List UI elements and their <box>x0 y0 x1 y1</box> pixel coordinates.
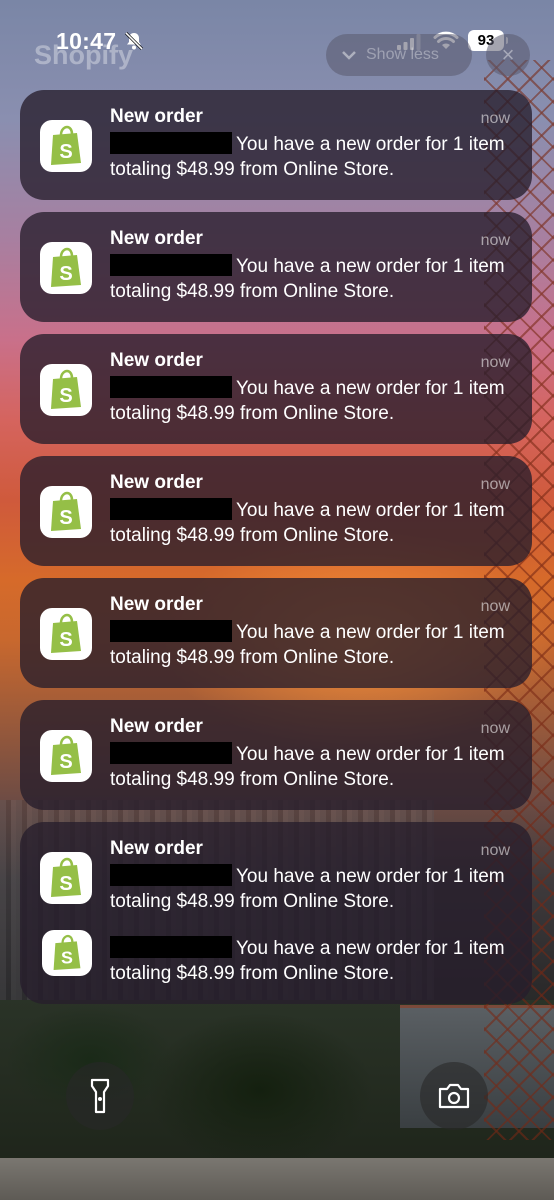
notification-title: New order <box>110 228 203 249</box>
notification-body: You have a new order for 1 item totaling… <box>110 376 512 426</box>
notification-time: now <box>480 720 510 737</box>
shopify-app-icon: S <box>40 486 92 538</box>
notification-time: now <box>480 842 510 859</box>
notification-card[interactable]: S New order now You have a new order for… <box>20 90 532 200</box>
flashlight-button[interactable] <box>66 1062 134 1130</box>
flashlight-icon <box>90 1078 110 1114</box>
redacted-text <box>110 376 232 398</box>
shopify-app-icon: S <box>40 852 92 904</box>
notification-title: New order <box>110 472 203 493</box>
close-icon: × <box>501 42 515 67</box>
notification-body: You have a new order for 1 item totaling… <box>110 620 512 670</box>
redacted-text <box>110 742 232 764</box>
svg-text:S: S <box>59 263 72 285</box>
shopify-app-icon: S <box>40 120 92 172</box>
notification-body: You have a new order for 1 item totaling… <box>110 498 512 548</box>
notification-card[interactable]: S New order now You have a new order for… <box>20 700 532 810</box>
wallpaper-railing <box>0 1158 554 1200</box>
shopify-app-icon: S <box>40 364 92 416</box>
notification-card[interactable]: S New order now You have a new order for… <box>20 456 532 566</box>
notification-title: New order <box>110 838 203 859</box>
notification-body: You have a new order for 1 item totaling… <box>110 132 512 182</box>
shopify-app-icon: S <box>42 930 92 976</box>
svg-text:S: S <box>59 873 72 895</box>
show-less-button[interactable]: Show less <box>326 34 472 76</box>
notification-card[interactable]: S New order now You have a new order for… <box>20 334 532 444</box>
shopify-app-icon: S <box>40 730 92 782</box>
notification-group-app-name: Shopify <box>34 40 133 70</box>
notification-time: now <box>480 110 510 127</box>
clear-notifications-button[interactable]: × <box>486 34 530 76</box>
svg-text:S: S <box>59 385 72 407</box>
redacted-text <box>110 254 232 276</box>
svg-text:S: S <box>59 629 72 651</box>
svg-text:S: S <box>59 751 72 773</box>
svg-text:S: S <box>61 948 73 968</box>
notification-time: now <box>480 598 510 615</box>
notification-body: You have a new order for 1 item totaling… <box>110 742 512 792</box>
notification-stack[interactable]: S New order now You have a new order for… <box>20 822 532 1004</box>
notification-title: New order <box>110 594 203 615</box>
camera-button[interactable] <box>420 1062 488 1130</box>
redacted-text <box>110 132 232 154</box>
notification-title: New order <box>110 350 203 371</box>
redacted-text <box>110 936 232 958</box>
shopify-app-icon: S <box>40 242 92 294</box>
notification-body: You have a new order for 1 item totaling… <box>110 254 512 304</box>
redacted-text <box>110 498 232 520</box>
redacted-text <box>110 864 232 886</box>
notification-title: New order <box>110 716 203 737</box>
camera-icon <box>438 1083 470 1109</box>
notification-card[interactable]: S New order now You have a new order for… <box>20 212 532 322</box>
shopify-app-icon: S <box>40 608 92 660</box>
svg-text:S: S <box>59 141 72 163</box>
chevron-down-icon <box>342 51 356 60</box>
svg-text:S: S <box>59 507 72 529</box>
notification-title: New order <box>110 106 203 127</box>
notification-body: You have a new order for 1 item totaling… <box>110 864 512 914</box>
show-less-label: Show less <box>366 46 439 63</box>
notification-card[interactable]: S New order now You have a new order for… <box>20 578 532 688</box>
notification-time: now <box>480 354 510 371</box>
notification-body: You have a new order for 1 item totaling… <box>110 936 512 986</box>
redacted-text <box>110 620 232 642</box>
notification-time: now <box>480 476 510 493</box>
notification-time: now <box>480 232 510 249</box>
